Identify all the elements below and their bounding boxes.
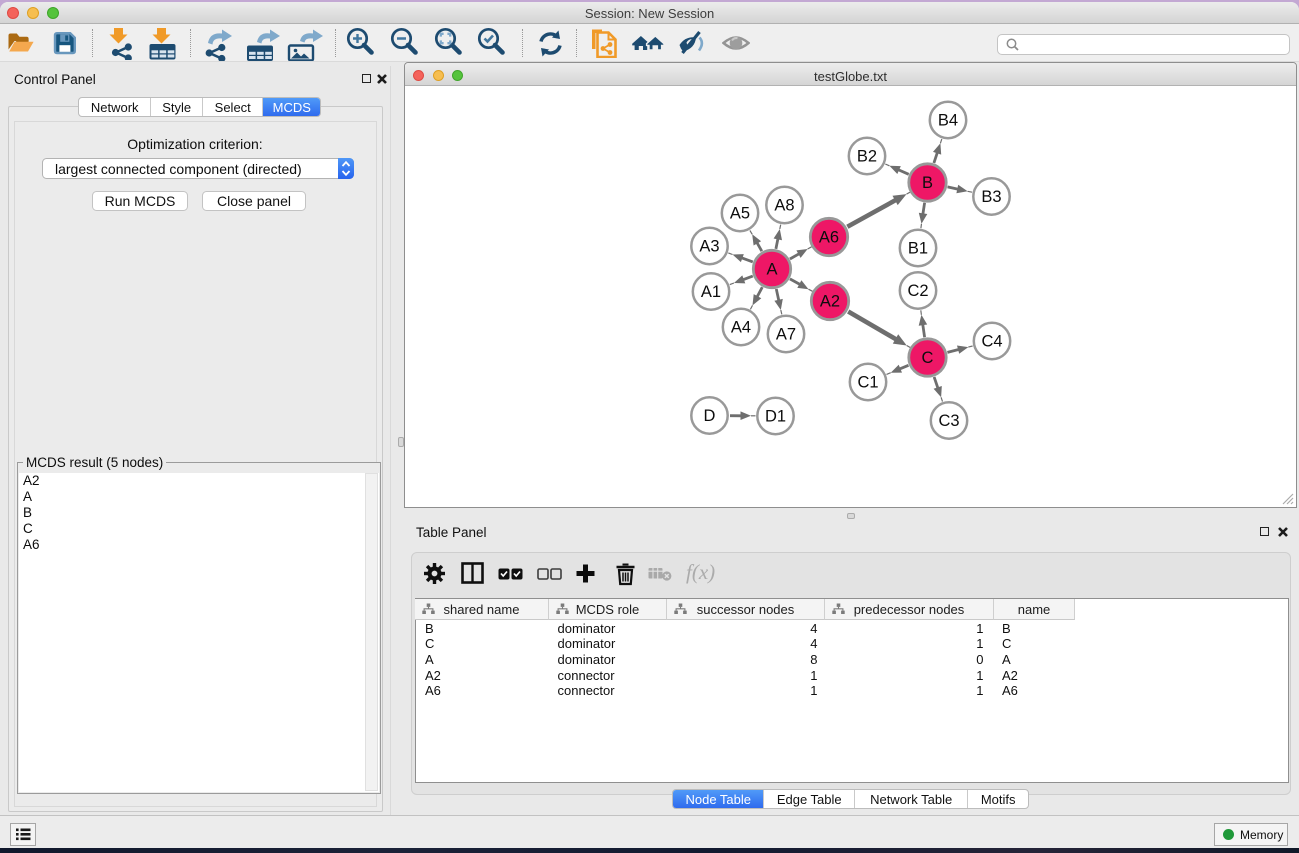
svg-text:A8: A8 (774, 197, 794, 215)
svg-text:C: C (922, 349, 934, 367)
svg-text:B1: B1 (908, 240, 928, 258)
svg-text:A7: A7 (776, 326, 796, 344)
svg-text:A2: A2 (820, 293, 840, 311)
svg-text:D: D (704, 407, 716, 425)
svg-text:C2: C2 (907, 282, 928, 300)
svg-text:A6: A6 (819, 229, 839, 247)
svg-text:B3: B3 (981, 188, 1001, 206)
svg-text:A1: A1 (701, 283, 721, 301)
svg-text:A3: A3 (699, 238, 719, 256)
svg-text:B: B (922, 174, 933, 192)
svg-text:D1: D1 (765, 408, 786, 426)
svg-text:C4: C4 (981, 333, 1002, 351)
svg-text:B4: B4 (938, 112, 958, 130)
svg-text:B2: B2 (857, 148, 877, 166)
svg-text:A5: A5 (730, 205, 750, 223)
svg-text:C1: C1 (857, 374, 878, 392)
svg-text:C3: C3 (938, 412, 959, 430)
svg-text:A: A (766, 261, 777, 279)
svg-text:A4: A4 (731, 319, 751, 337)
